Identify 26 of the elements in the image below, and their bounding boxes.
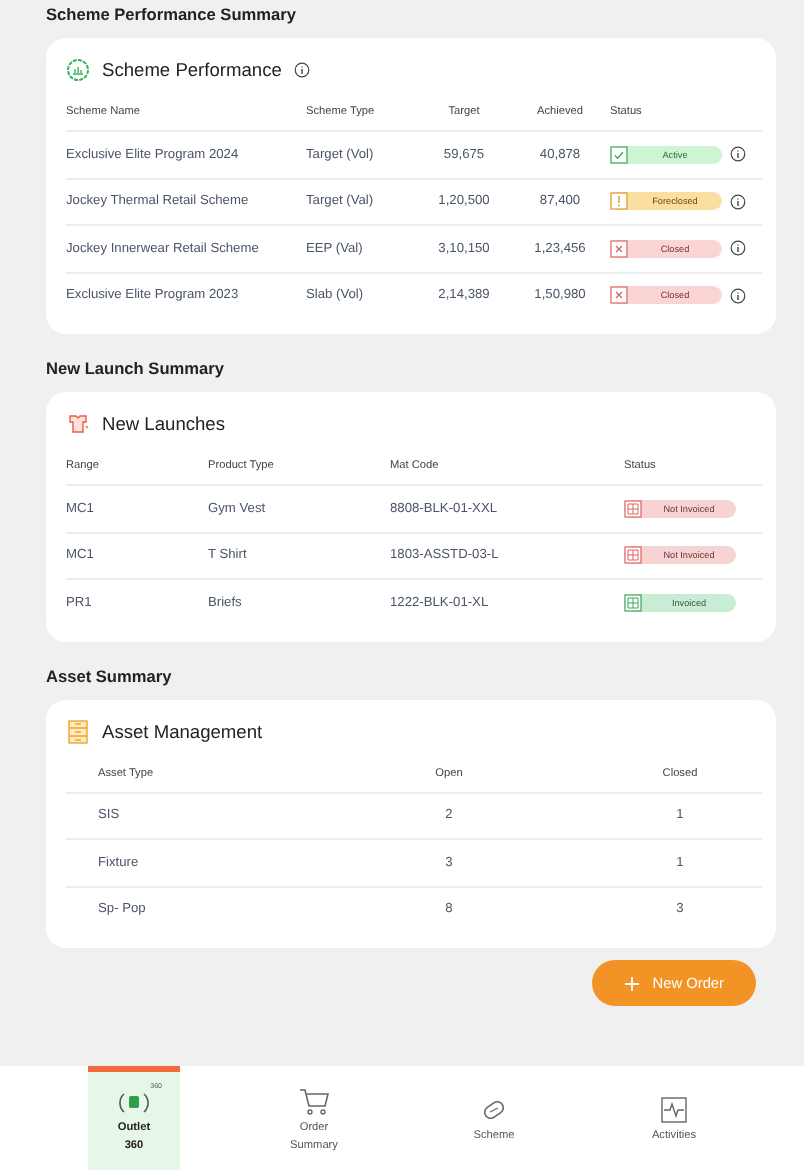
card-title: Asset Management <box>102 721 263 741</box>
tshirt-icon <box>66 412 90 436</box>
status-icon <box>624 546 642 565</box>
outlet-icon <box>118 1088 150 1117</box>
card-title: New Launches <box>102 414 226 434</box>
chart-badge-icon <box>66 58 90 82</box>
info-icon[interactable] <box>730 146 746 163</box>
plus-icon <box>624 975 641 991</box>
info-icon[interactable] <box>730 287 746 304</box>
status-icon <box>624 499 642 518</box>
status-icon <box>610 145 628 164</box>
tag-icon <box>478 1096 510 1125</box>
section-heading: Scheme Performance Summary <box>46 4 298 24</box>
cart-icon <box>298 1088 330 1117</box>
status-icon <box>610 192 628 211</box>
section-heading: Asset Summary <box>46 665 174 685</box>
section-heading: New Launch Summary <box>46 358 226 378</box>
status-icon <box>624 593 642 612</box>
card-title: Scheme Performance <box>102 60 282 80</box>
info-icon[interactable] <box>730 240 746 257</box>
status-icon <box>610 286 628 305</box>
info-icon[interactable] <box>293 62 310 78</box>
status-icon <box>610 239 628 258</box>
shelf-icon <box>66 719 90 743</box>
activity-icon <box>658 1096 690 1125</box>
info-icon[interactable] <box>730 193 746 210</box>
